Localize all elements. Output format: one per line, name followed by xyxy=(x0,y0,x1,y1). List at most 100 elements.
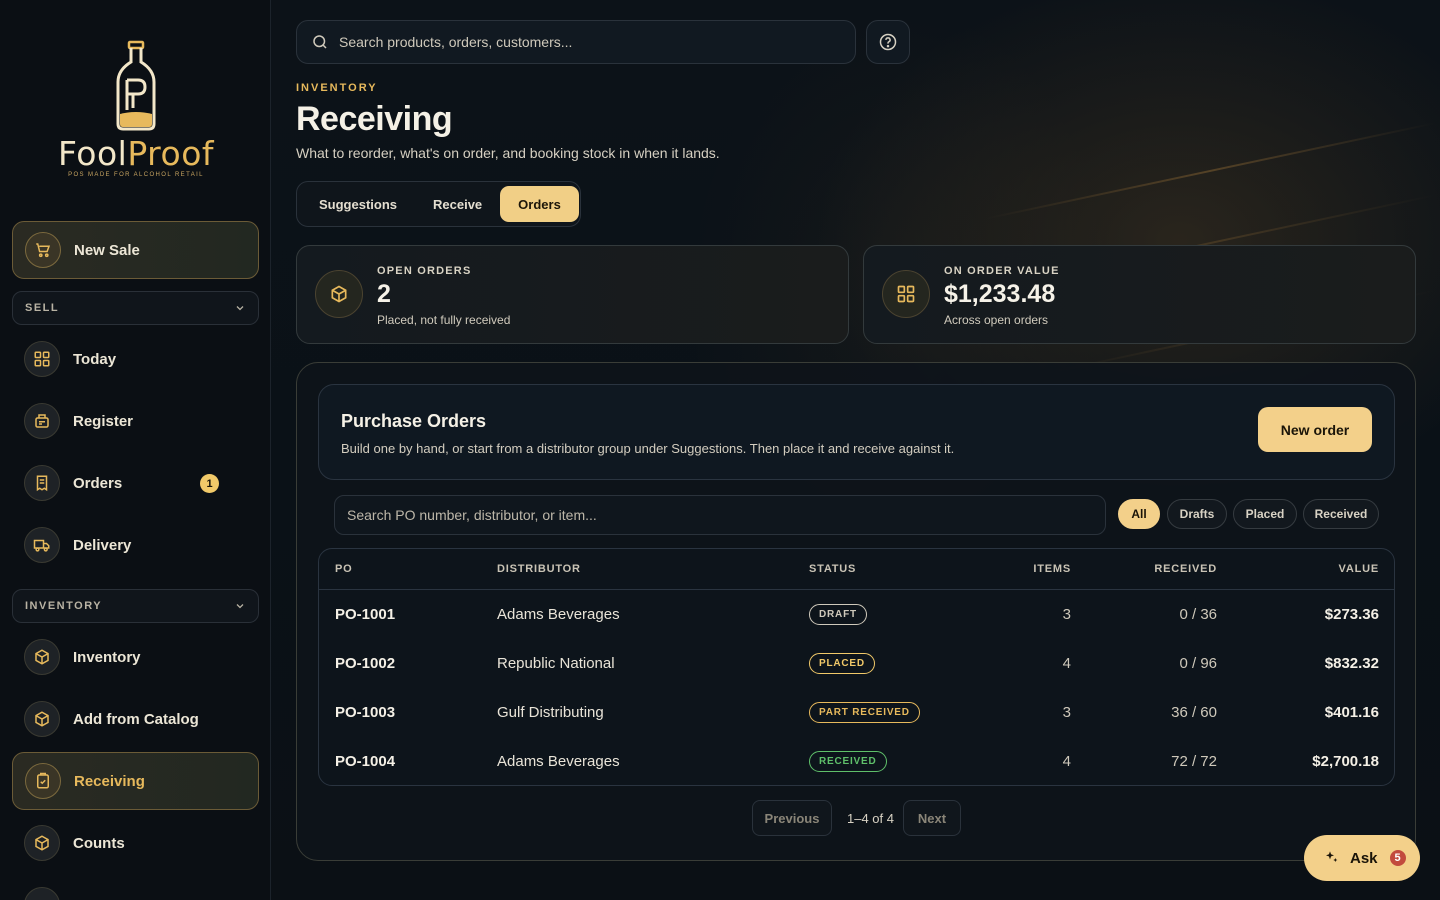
column-items[interactable]: ITEMS xyxy=(1033,563,1071,575)
box-icon xyxy=(315,270,363,318)
box-icon xyxy=(24,639,60,675)
tab-receive[interactable]: Receive xyxy=(415,186,500,222)
brand-name: FoolProof xyxy=(57,134,215,173)
stat-note: Across open orders xyxy=(944,313,1049,327)
order-value: $273.36 xyxy=(1324,606,1379,623)
items-count: 3 xyxy=(1062,606,1071,623)
sparkle-icon xyxy=(1326,851,1338,862)
items-count: 4 xyxy=(1062,655,1071,672)
filter-all[interactable]: All xyxy=(1118,499,1160,529)
stat-value: $1,233.48 xyxy=(944,280,1056,308)
page-subtitle: What to reorder, what's on order, and bo… xyxy=(296,145,720,161)
table-row[interactable]: PO-1001 Adams Beverages DRAFT 3 0 / 36 $… xyxy=(319,590,1394,639)
distributor-name: Gulf Distributing xyxy=(497,704,604,721)
filter-received[interactable]: Received xyxy=(1303,499,1379,529)
global-search-input[interactable]: Search products, orders, customers... xyxy=(296,20,856,64)
order-value: $832.32 xyxy=(1324,655,1379,672)
received-count: 0 / 96 xyxy=(1179,655,1217,672)
tab-orders[interactable]: Orders xyxy=(500,186,579,222)
received-count: 36 / 60 xyxy=(1171,704,1217,721)
sidebar-item-delivery[interactable]: Delivery xyxy=(12,516,259,574)
orders-count-badge: 1 xyxy=(200,474,219,493)
tab-suggestions[interactable]: Suggestions xyxy=(301,186,415,222)
po-search-placeholder: Search PO number, distributor, or item..… xyxy=(347,507,597,523)
sidebar-item-label: Delivery xyxy=(73,536,132,554)
table-row[interactable]: PO-1002 Republic National PLACED 4 0 / 9… xyxy=(319,639,1394,688)
ask-assistant-button[interactable]: Ask 5 xyxy=(1304,835,1420,881)
column-value[interactable]: VALUE xyxy=(1339,563,1379,575)
received-count: 72 / 72 xyxy=(1171,753,1217,770)
stat-on-order-value: ON ORDER VALUE $1,233.48 Across open ord… xyxy=(863,245,1416,344)
distributor-name: Republic National xyxy=(497,655,615,672)
sidebar-item-more[interactable] xyxy=(12,876,259,900)
sidebar-item-inventory[interactable]: Inventory xyxy=(12,628,259,686)
sidebar-item-label: Register xyxy=(73,412,134,430)
column-distributor[interactable]: DISTRIBUTOR xyxy=(497,563,581,575)
sidebar-item-label: Orders xyxy=(73,474,123,492)
bottle-logo-icon xyxy=(116,40,156,131)
truck-icon xyxy=(24,527,60,563)
grid-icon xyxy=(24,341,60,377)
status-badge: RECEIVED xyxy=(809,751,887,772)
sidebar-item-receiving[interactable]: Receiving xyxy=(12,752,259,810)
new-sale-label: New Sale xyxy=(74,241,140,259)
new-order-button[interactable]: New order xyxy=(1258,407,1372,452)
column-received[interactable]: RECEIVED xyxy=(1154,563,1217,575)
status-cell: DRAFT xyxy=(809,590,867,639)
distributor-name: Adams Beverages xyxy=(497,606,620,623)
section-title: Purchase Orders xyxy=(341,411,487,431)
section-inventory-label: INVENTORY xyxy=(25,600,103,612)
sidebar-item-label: Today xyxy=(73,350,117,368)
next-page-button[interactable]: Next xyxy=(903,800,961,836)
new-sale-button[interactable]: New Sale xyxy=(12,221,259,279)
stat-open-orders: OPEN ORDERS 2 Placed, not fully received xyxy=(296,245,849,344)
page-title: Receiving xyxy=(296,100,453,138)
section-sell-toggle[interactable]: SELL xyxy=(12,291,259,325)
box-icon xyxy=(24,887,60,900)
chevron-down-icon xyxy=(236,604,244,609)
section-inventory-toggle[interactable]: INVENTORY xyxy=(12,589,259,623)
cart-icon xyxy=(25,232,61,268)
status-badge: PART RECEIVED xyxy=(809,702,920,723)
distributor-name: Adams Beverages xyxy=(497,753,620,770)
table-row[interactable]: PO-1004 Adams Beverages RECEIVED 4 72 / … xyxy=(319,737,1394,785)
sidebar-item-label: Counts xyxy=(73,834,125,852)
sidebar-item-counts[interactable]: Counts xyxy=(12,814,259,872)
receiving-tabs: Suggestions Receive Orders xyxy=(296,181,581,227)
box-icon xyxy=(24,701,60,737)
ask-notification-badge: 5 xyxy=(1387,848,1408,868)
po-number: PO-1002 xyxy=(335,655,396,672)
global-search-placeholder: Search products, orders, customers... xyxy=(339,34,573,50)
sidebar-item-register[interactable]: Register xyxy=(12,392,259,450)
sidebar-item-add-from-catalog[interactable]: Add from Catalog xyxy=(12,690,259,748)
stat-label: ON ORDER VALUE xyxy=(944,265,1060,277)
column-po[interactable]: PO xyxy=(335,563,353,575)
ask-label: Ask xyxy=(1350,849,1378,867)
sidebar-item-orders[interactable]: Orders 1 xyxy=(12,454,259,512)
po-search-input[interactable]: Search PO number, distributor, or item..… xyxy=(334,495,1106,535)
table-header: PO DISTRIBUTOR STATUS ITEMS RECEIVED VAL… xyxy=(319,549,1394,590)
filter-drafts[interactable]: Drafts xyxy=(1167,499,1227,529)
stat-note: Placed, not fully received xyxy=(377,313,511,327)
clipboard-icon xyxy=(25,763,61,799)
order-value: $401.16 xyxy=(1324,704,1379,721)
help-button[interactable] xyxy=(866,20,910,64)
table-row[interactable]: PO-1003 Gulf Distributing PART RECEIVED … xyxy=(319,688,1394,737)
sidebar-item-today[interactable]: Today xyxy=(12,330,259,388)
box-icon xyxy=(24,825,60,861)
previous-page-button[interactable]: Previous xyxy=(752,800,832,836)
brand-logo[interactable]: FoolProof POS MADE FOR ALCOHOL RETAIL xyxy=(54,40,218,180)
register-icon xyxy=(24,403,60,439)
receipt-icon xyxy=(24,465,60,501)
stat-label: OPEN ORDERS xyxy=(377,265,472,277)
column-status[interactable]: STATUS xyxy=(809,563,856,575)
po-number: PO-1001 xyxy=(335,606,396,623)
section-description: Build one by hand, or start from a distr… xyxy=(341,441,955,456)
filter-placed[interactable]: Placed xyxy=(1233,499,1297,529)
stat-value: 2 xyxy=(377,280,391,308)
status-badge: DRAFT xyxy=(809,604,867,625)
po-number: PO-1003 xyxy=(335,704,396,721)
status-cell: PLACED xyxy=(809,639,875,688)
status-cell: RECEIVED xyxy=(809,737,887,785)
status-badge: PLACED xyxy=(809,653,875,674)
